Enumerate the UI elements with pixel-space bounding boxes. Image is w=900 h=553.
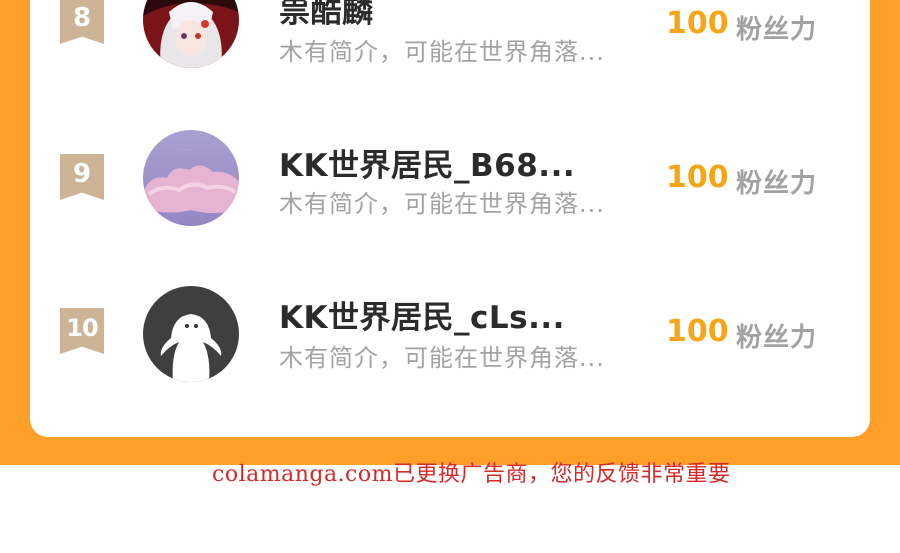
fan-power-score: 100: [666, 160, 729, 195]
purple-cloud-avatar-icon[interactable]: · · · ·: [143, 130, 239, 226]
ranking-row[interactable]: 8 祟酷麟 木有简介，可能在世界角落... 100 粉丝力: [30, 0, 870, 70]
rank-badge: 10: [60, 308, 104, 354]
user-name[interactable]: 祟酷麟: [279, 0, 374, 31]
fan-power-unit: 粉丝力: [736, 15, 818, 45]
anime-girl-avatar-icon[interactable]: [143, 0, 239, 68]
user-name[interactable]: KK世界居民_cLs...: [279, 292, 565, 337]
default-ghost-avatar-icon[interactable]: [143, 286, 239, 382]
rank-badge: 9: [60, 154, 104, 200]
ranking-row[interactable]: 10 KK世界居民_cLs... 木有简介，可能在世界角落... 100 粉丝力: [30, 284, 870, 384]
ranking-frame: 8 祟酷麟 木有简介，可能在世界角落... 100 粉丝力 9 · · · · …: [0, 0, 900, 465]
user-bio: 木有简介，可能在世界角落...: [279, 344, 605, 372]
user-name[interactable]: KK世界居民_B68...: [279, 140, 575, 185]
fan-power-unit: 粉丝力: [736, 323, 818, 353]
ranking-row[interactable]: 9 · · · · KK世界居民_B68... 木有简介，可能在世界角落... …: [30, 130, 870, 230]
user-bio: 木有简介，可能在世界角落...: [279, 190, 605, 218]
fan-power-unit: 粉丝力: [736, 169, 818, 199]
fan-power-score: 100: [666, 6, 729, 41]
rank-badge: 8: [60, 0, 104, 44]
fan-power-score: 100: [666, 314, 729, 349]
svg-text:· · · ·: · · · ·: [177, 147, 190, 154]
ad-notice-text: colamanga.com已更换广告商，您的反馈非常重要: [212, 462, 731, 487]
ranking-card: 8 祟酷麟 木有简介，可能在世界角落... 100 粉丝力 9 · · · · …: [30, 0, 870, 437]
user-bio: 木有简介，可能在世界角落...: [279, 38, 605, 66]
